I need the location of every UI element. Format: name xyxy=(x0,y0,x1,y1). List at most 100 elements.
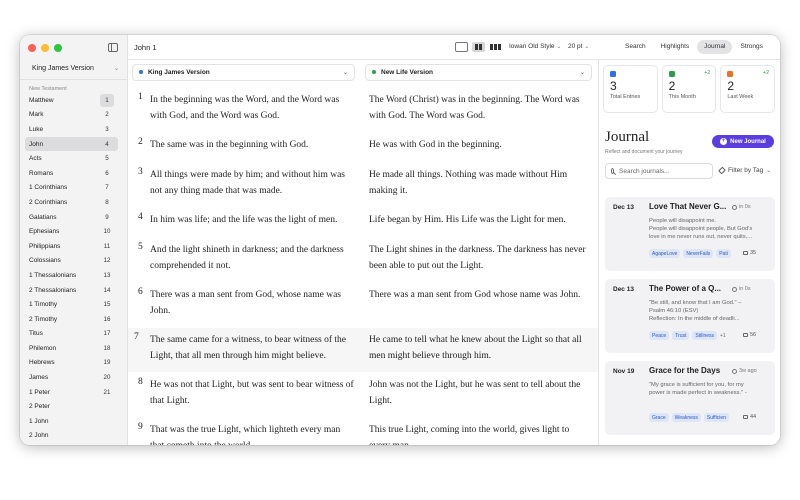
chevron-down-icon: ⌄ xyxy=(579,70,585,76)
verse-row[interactable]: 4 In him was life; and the life was the l… xyxy=(128,208,598,242)
sidebar-book-item[interactable]: 1 John xyxy=(25,414,118,429)
chapter-number[interactable]: 14 xyxy=(100,287,114,294)
verse-row[interactable]: 6 There was a man sent from God, whose na… xyxy=(128,283,598,327)
verse-row[interactable]: 3 All things were made by him; and withou… xyxy=(128,163,598,207)
sidebar-book-item[interactable]: Romans 6 xyxy=(25,166,118,181)
tag-badge[interactable]: Weakness xyxy=(671,413,701,422)
tag-badge[interactable]: AgapeLove xyxy=(649,249,681,258)
sidebar-book-item[interactable]: Galatians 9 xyxy=(25,210,118,225)
verse-row[interactable]: 8 He was not that Light, but was sent to … xyxy=(128,373,598,417)
sidebar-book-item[interactable]: Acts 5 xyxy=(25,151,118,166)
tab-highlights[interactable]: Highlights xyxy=(654,40,697,54)
chapter-number[interactable]: 9 xyxy=(100,214,114,221)
sidebar-toggle-icon[interactable] xyxy=(108,43,118,52)
sidebar-book-item[interactable]: Matthew 1 xyxy=(25,93,118,108)
tag-badge[interactable]: Peace xyxy=(649,331,670,340)
version-select[interactable]: King James Version ⌄ xyxy=(26,60,122,76)
chapter-number[interactable]: 8 xyxy=(100,199,114,206)
sidebar-book-item[interactable]: Philippians 11 xyxy=(25,239,118,254)
book-name: John xyxy=(29,140,44,148)
sidebar-book-item[interactable]: 2 Corinthians 8 xyxy=(25,195,118,210)
entry-time-text: in 0s xyxy=(739,204,751,210)
close-window-button[interactable] xyxy=(28,44,36,52)
filter-by-tag-button[interactable]: Filter by Tag ⌄ xyxy=(718,166,771,175)
sidebar-book-item[interactable]: Philemon 18 xyxy=(25,341,118,356)
chapter-number[interactable]: 11 xyxy=(100,243,114,250)
bible-reader: King James Version ⌄ New Life Version ⌄ … xyxy=(128,60,599,445)
verse-row[interactable]: 1 In the beginning was the Word, and the … xyxy=(128,88,598,132)
chapter-number[interactable]: 5 xyxy=(100,155,114,162)
chapter-number[interactable]: 21 xyxy=(100,389,114,396)
chapter-number[interactable]: 2 xyxy=(100,111,114,118)
entry-preview: "Be still, and know that I am God." – Ps… xyxy=(649,300,742,322)
stat-value: 3 xyxy=(610,79,617,93)
sidebar-book-item[interactable]: 1 Timothy 15 xyxy=(25,297,118,312)
journal-entry-card[interactable]: Dec 13 Love That Never G... in 0s People wi… xyxy=(605,197,775,271)
search-icon xyxy=(611,168,614,174)
right-version-select[interactable]: New Life Version ⌄ xyxy=(365,64,592,81)
sidebar-book-item[interactable]: 1 Thessalonians 13 xyxy=(25,268,118,283)
font-select[interactable]: Iowan Old Style ⌄ xyxy=(509,43,561,50)
sidebar-book-item[interactable]: Hebrews 19 xyxy=(25,356,118,371)
minimize-window-button[interactable] xyxy=(41,44,49,52)
chapter-number[interactable]: 10 xyxy=(100,228,114,235)
right-version-label: New Life Version xyxy=(381,69,434,76)
tag-badge[interactable]: Pati xyxy=(716,249,731,258)
chapter-number[interactable]: 19 xyxy=(100,359,114,366)
chapter-number[interactable]: 1 xyxy=(100,93,114,107)
font-size-select[interactable]: 20 pt ⌄ xyxy=(568,43,589,50)
tab-search[interactable]: Search xyxy=(618,40,653,54)
chapter-number[interactable]: 18 xyxy=(100,345,114,352)
chapter-number[interactable]: 20 xyxy=(100,374,114,381)
chapter-number[interactable]: 4 xyxy=(100,141,114,148)
chapter-number[interactable]: 15 xyxy=(100,301,114,308)
tag-badge[interactable]: NeverFails xyxy=(683,249,714,258)
verse-number: 9 xyxy=(138,422,143,432)
tag-badge[interactable]: Stillness xyxy=(692,331,718,340)
verse-row[interactable]: 2 The same was in the beginning with God.… xyxy=(128,133,598,167)
chapter-number[interactable]: 6 xyxy=(100,170,114,177)
verse-row[interactable]: 7 The same came for a witness, to bear wi… xyxy=(128,328,598,372)
two-column-view-icon[interactable] xyxy=(472,42,485,52)
chapter-number[interactable]: 7 xyxy=(100,184,114,191)
sidebar-book-item[interactable]: 2 Thessalonians 14 xyxy=(25,283,118,298)
sidebar-book-item[interactable]: James 20 xyxy=(25,370,118,385)
tag-badge[interactable]: Grace xyxy=(649,413,669,422)
new-journal-button[interactable]: + New Journal xyxy=(712,135,774,148)
three-column-view-icon[interactable] xyxy=(489,42,502,52)
chapter-number[interactable]: 13 xyxy=(100,272,114,279)
verse-row[interactable]: 5 And the light shineth in darkness; and … xyxy=(128,238,598,282)
sidebar-book-item[interactable]: 1 Peter 21 xyxy=(25,385,118,400)
verse-text-nlv: The Light shines in the darkness. The da… xyxy=(369,245,586,271)
sidebar-book-item[interactable]: 2 Timothy 16 xyxy=(25,312,118,327)
chapter-number[interactable]: 3 xyxy=(100,126,114,133)
tag-badge[interactable]: Trust xyxy=(672,331,690,340)
sidebar-book-item[interactable]: Colossians 12 xyxy=(25,254,118,269)
sidebar-book-item[interactable]: Luke 3 xyxy=(25,122,118,137)
left-version-select[interactable]: King James Version ⌄ xyxy=(132,64,355,81)
zoom-window-button[interactable] xyxy=(54,44,62,52)
stat-value: 2 xyxy=(727,79,735,93)
sidebar-book-item[interactable]: Mark 2 xyxy=(25,108,118,123)
font-select-label: Iowan Old Style xyxy=(509,43,555,50)
journal-entry-card[interactable]: Dec 13 The Power of a Q... in 0s "Be still,… xyxy=(605,279,775,353)
tab-strongs[interactable]: Strongs xyxy=(733,40,769,54)
single-column-view-icon[interactable] xyxy=(455,42,468,52)
sidebar-book-item[interactable]: John 4 xyxy=(25,136,118,152)
sidebar-book-item[interactable]: Titus 17 xyxy=(25,327,118,342)
sidebar-book-item[interactable]: 2 John xyxy=(25,429,118,444)
tag-badge[interactable]: Sufficien xyxy=(703,413,729,422)
stat-label: Last Week xyxy=(727,94,754,100)
calendar-icon xyxy=(610,71,616,77)
sidebar-book-item[interactable]: 1 Corinthians 7 xyxy=(25,181,118,196)
journal-entry-card[interactable]: Nov 19 Grace for the Days 3w ago "My grace … xyxy=(605,361,775,435)
sidebar-book-item[interactable]: 2 Peter xyxy=(25,399,118,414)
sidebar-book-item[interactable]: Ephesians 10 xyxy=(25,224,118,239)
verse-row[interactable]: 9 That was the true Light, which lighteth… xyxy=(128,418,598,445)
journal-search-input[interactable] xyxy=(619,167,707,175)
chapter-number[interactable]: 12 xyxy=(100,257,114,264)
chapter-number[interactable]: 16 xyxy=(100,316,114,323)
chapter-number[interactable]: 17 xyxy=(100,330,114,337)
book-name: James xyxy=(29,374,49,382)
tab-journal[interactable]: Journal xyxy=(697,40,733,54)
